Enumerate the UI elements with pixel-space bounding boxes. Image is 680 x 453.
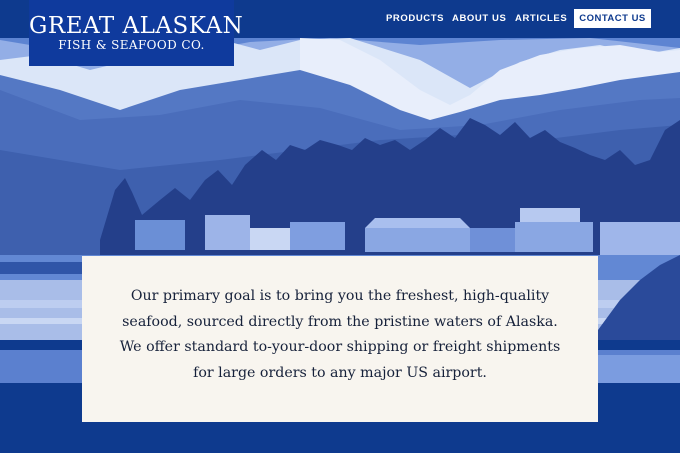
nav-link-articles[interactable]: ARTICLES: [515, 13, 567, 24]
nav-link-about-us[interactable]: ABOUT US: [452, 13, 506, 24]
brand-logo[interactable]: GREAT ALASKAN FISH & SEAFOOD CO.: [29, 0, 244, 66]
brand-name-line1: GREAT ALASKAN: [29, 13, 244, 39]
contact-us-button[interactable]: CONTACT US: [574, 9, 651, 28]
intro-description: Our primary goal is to bring you the fre…: [119, 288, 561, 381]
brand-name-line2: FISH & SEAFOOD CO.: [58, 38, 205, 52]
intro-card: Our primary goal is to bring you the fre…: [82, 256, 598, 422]
nav-link-products[interactable]: PRODUCTS: [386, 13, 444, 24]
